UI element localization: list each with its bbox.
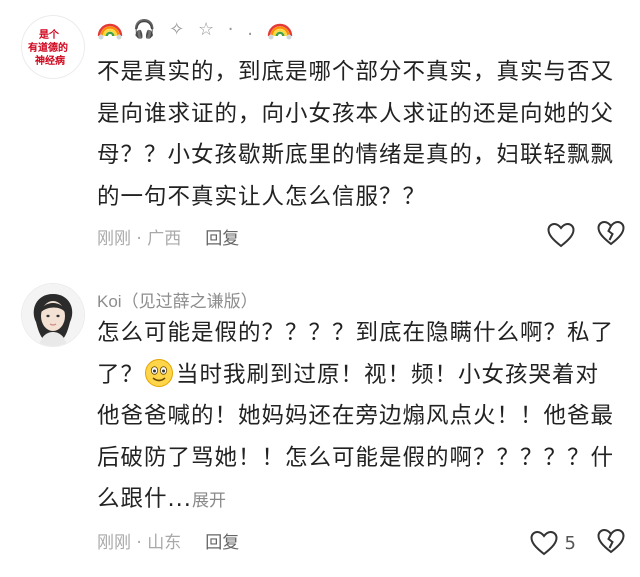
heart-icon — [530, 530, 558, 556]
reply-button[interactable]: 回复 — [205, 528, 239, 553]
comment-actions — [546, 219, 626, 251]
expand-button[interactable]: 展开 — [192, 491, 226, 511]
author-decoration: 🎧 ✧ ☆ · . — [133, 18, 257, 40]
comment-text: 怎么可能是假的？？？？到底在隐瞒什么啊？私了了？ 当时我刷到过原！视！频！小女孩哭… — [97, 313, 622, 523]
reply-button[interactable]: 回复 — [205, 224, 239, 249]
broken-heart-icon — [597, 220, 625, 246]
heart-icon — [547, 222, 575, 248]
avatar[interactable] — [22, 284, 84, 346]
comment-text: 不是真实的，到底是哪个部分不真实，真实与否又是向谁求证的，向小女孩本人求证的还是… — [97, 59, 615, 210]
author-name[interactable]: 🎧 ✧ ☆ · . — [97, 16, 293, 42]
like-button[interactable] — [546, 221, 576, 249]
avatar-text-1: 是个 — [38, 28, 60, 41]
user-portrait-icon — [22, 284, 84, 346]
timestamp-location: 刚刚 · 山东 — [97, 533, 182, 553]
smiling-emoji-icon — [145, 358, 174, 387]
author-name[interactable]: Koi（见过薛之谦版） — [97, 287, 258, 312]
avatar[interactable]: 是个 有道德的 神经病 — [22, 16, 84, 78]
comment-meta: 刚刚 · 山东 回复 — [97, 528, 239, 553]
comment-meta: 刚刚 · 广西 回复 — [97, 224, 239, 249]
broken-heart-icon — [597, 528, 625, 554]
avatar-text-3: 神经病 — [35, 54, 65, 67]
rainbow-icon — [97, 23, 123, 40]
like-count: 5 — [564, 532, 576, 554]
comment-text-part: 当时我刷到过原！视！频！小女孩哭着对他爸爸喊的！她妈妈还在旁边煽风点火！！他爸最… — [97, 361, 615, 513]
dislike-button[interactable] — [596, 527, 626, 559]
comment-actions: 5 — [529, 527, 626, 559]
timestamp-location: 刚刚 · 广西 — [97, 229, 182, 249]
rainbow-icon — [267, 23, 293, 40]
dislike-button[interactable] — [596, 219, 626, 251]
avatar-text-2: 有道德的 — [28, 41, 68, 54]
like-button[interactable]: 5 — [529, 529, 576, 557]
